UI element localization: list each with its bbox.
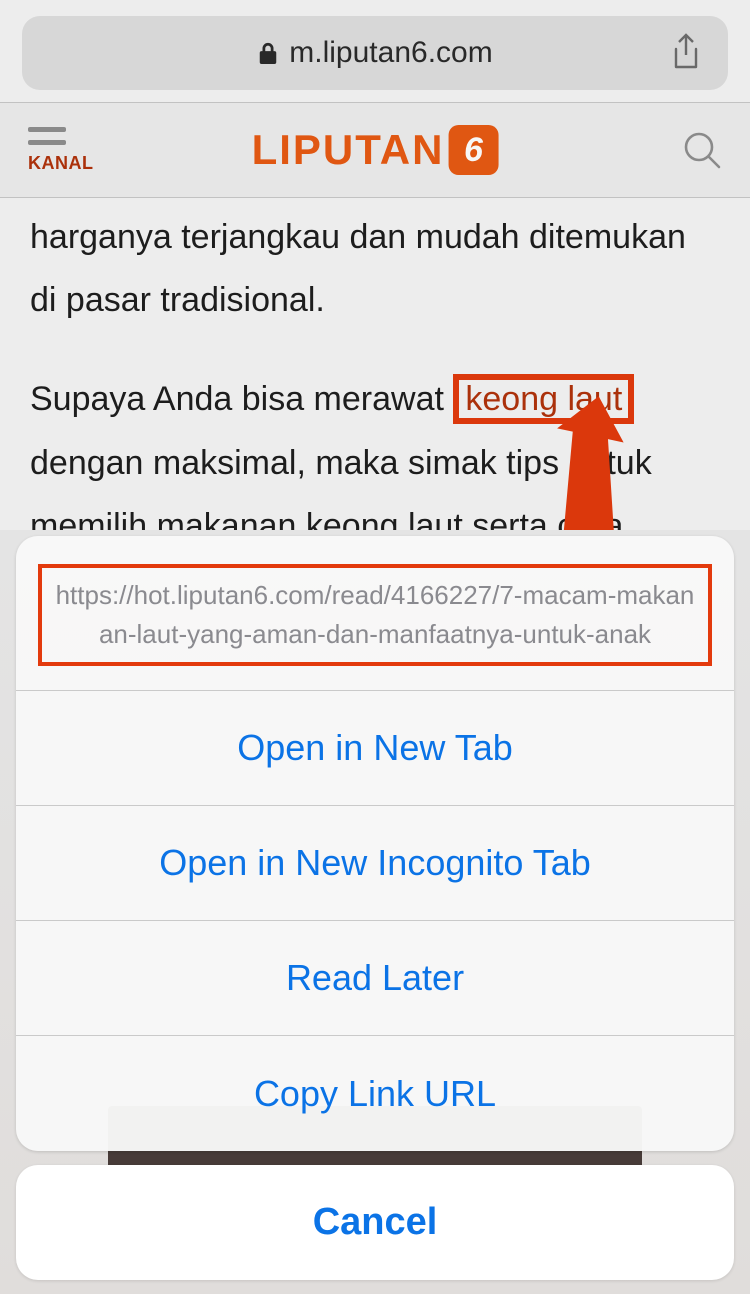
open-new-tab-button[interactable]: Open in New Tab — [16, 691, 734, 806]
viewport: m.liputan6.com KANAL LIPUTAN 6 h — [0, 0, 750, 1294]
cancel-button[interactable]: Cancel — [16, 1165, 734, 1280]
action-sheet-panel: https://hot.liputan6.com/read/4166227/7-… — [16, 536, 734, 1151]
action-sheet-header: https://hot.liputan6.com/read/4166227/7-… — [16, 536, 734, 691]
copy-link-button[interactable]: Copy Link URL — [16, 1036, 734, 1151]
read-later-button[interactable]: Read Later — [16, 921, 734, 1036]
open-incognito-button[interactable]: Open in New Incognito Tab — [16, 806, 734, 921]
annotation-url-highlight: https://hot.liputan6.com/read/4166227/7-… — [38, 564, 712, 666]
action-sheet: https://hot.liputan6.com/read/4166227/7-… — [16, 536, 734, 1280]
